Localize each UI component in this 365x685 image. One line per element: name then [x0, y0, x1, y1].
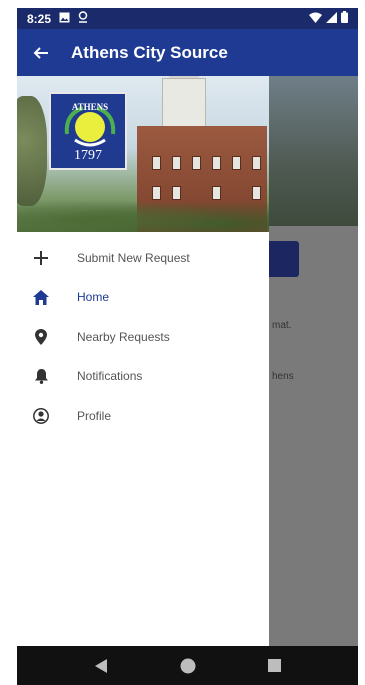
- drawer-header-image: ATHENS 1797: [17, 76, 269, 232]
- plus-icon: [17, 250, 65, 265]
- square-recents-icon: [268, 659, 281, 672]
- menu-item-label: Submit New Request: [77, 250, 190, 265]
- map-pin-icon: [17, 328, 65, 345]
- athens-seal-logo: ATHENS 1797: [49, 92, 127, 170]
- wifi-icon: [309, 12, 322, 26]
- triangle-back-icon: [94, 658, 107, 673]
- menu-item-label: Notifications: [77, 369, 143, 384]
- phone-screen: 8:25 Athens City Source mat. hens ATHENS…: [17, 8, 358, 685]
- nav-home-button[interactable]: [168, 651, 208, 681]
- app-title: Athens City Source: [71, 42, 228, 62]
- menu-item-label: Home: [77, 290, 110, 305]
- status-time: 8:25: [27, 11, 52, 26]
- home-icon: [17, 289, 65, 305]
- menu-item-label: Nearby Requests: [77, 329, 170, 344]
- menu-item-profile[interactable]: Profile: [17, 396, 269, 436]
- menu-item-submit-new-request[interactable]: Submit New Request: [17, 238, 269, 278]
- menu-item-notifications[interactable]: Notifications: [17, 357, 269, 397]
- location-icon: [78, 11, 88, 26]
- app-bar: Athens City Source: [17, 29, 358, 76]
- svg-text:ATHENS: ATHENS: [72, 102, 108, 112]
- signal-icon: [326, 11, 337, 26]
- system-navigation-bar: [17, 646, 358, 685]
- back-button[interactable]: [17, 29, 65, 76]
- back-arrow-icon: [33, 46, 48, 59]
- drawer-menu: Submit New Request Home Nearby Requests …: [17, 232, 269, 436]
- image-icon: [59, 12, 70, 26]
- bell-icon: [17, 368, 65, 384]
- profile-icon: [17, 407, 65, 424]
- circle-home-icon: [180, 658, 195, 673]
- navigation-drawer: ATHENS 1797 Submit New Request Home Near…: [17, 76, 269, 646]
- seal-year: 1797: [74, 148, 102, 163]
- status-bar: 8:25: [17, 8, 358, 29]
- battery-icon: [341, 11, 348, 26]
- menu-item-nearby-requests[interactable]: Nearby Requests: [17, 317, 269, 357]
- seal-emblem: ATHENS: [64, 102, 116, 147]
- menu-item-label: Profile: [77, 408, 112, 423]
- menu-item-home[interactable]: Home: [17, 278, 269, 318]
- background-text-2: hens: [272, 371, 294, 382]
- background-text-1: mat.: [272, 320, 292, 331]
- nav-recents-button[interactable]: [255, 651, 295, 681]
- nav-back-button[interactable]: [81, 651, 121, 681]
